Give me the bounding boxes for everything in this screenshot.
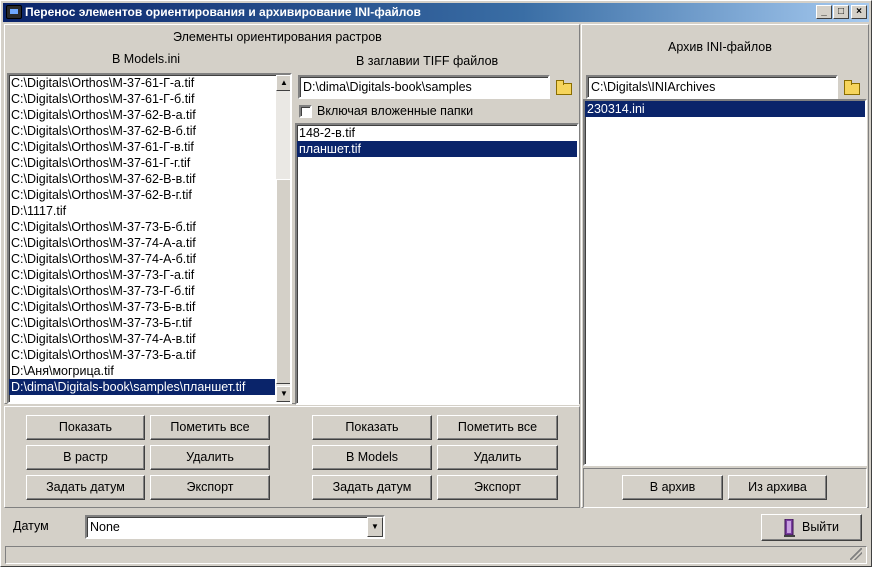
tiff-path-value[interactable]: D:\dima\Digitals-book\samples — [303, 80, 472, 94]
status-bar — [5, 546, 867, 564]
chevron-down-icon[interactable]: ▼ — [367, 517, 383, 537]
orientation-heading: Элементы ориентирования растров — [173, 30, 382, 44]
tiff-files-list[interactable]: 148-2-в.tif планшет.tif — [295, 123, 579, 405]
models-list-item[interactable]: C:\Digitals\Orthos\M-37-74-А-а.tif — [9, 235, 275, 251]
minimize-button[interactable]: _ — [816, 5, 832, 19]
scroll-down-icon[interactable]: ▼ — [276, 386, 290, 402]
models-ini-label: В Models.ini — [112, 52, 181, 66]
models-show-button[interactable]: Показать — [26, 415, 145, 440]
tiff-folder-icon[interactable] — [553, 77, 573, 97]
models-list-item[interactable]: C:\Digitals\Orthos\M-37-62-В-б.tif — [9, 123, 275, 139]
models-set-datum-button[interactable]: Задать датум — [26, 475, 145, 500]
models-list-item[interactable]: D:\dima\Digitals-book\samples\планшет.ti… — [9, 379, 275, 395]
scroll-up-icon[interactable]: ▲ — [276, 75, 290, 91]
models-list-item[interactable]: C:\Digitals\Orthos\M-37-74-А-в.tif — [9, 331, 275, 347]
datum-label: Датум — [13, 519, 49, 533]
tiff-delete-button[interactable]: Удалить — [437, 445, 558, 470]
models-list-item[interactable]: C:\Digitals\Orthos\M-37-73-Б-г.tif — [9, 315, 275, 331]
datum-value[interactable]: None — [90, 520, 120, 534]
models-list-item[interactable]: C:\Digitals\Orthos\M-37-62-В-г.tif — [9, 187, 275, 203]
tiff-set-datum-button[interactable]: Задать датум — [312, 475, 432, 500]
models-list-item[interactable]: C:\Digitals\Orthos\M-37-61-Г-в.tif — [9, 139, 275, 155]
archive-path-input[interactable]: C:\Digitals\INIArchives — [586, 75, 838, 99]
datum-select[interactable]: None ▼ — [85, 515, 385, 539]
resize-grip-icon[interactable] — [850, 548, 862, 560]
tiff-export-button[interactable]: Экспорт — [437, 475, 558, 500]
close-button[interactable]: × — [851, 5, 867, 19]
models-list-item[interactable]: D:\1117.tif — [9, 203, 275, 219]
tiff-list-item[interactable]: 148-2-в.tif — [297, 125, 577, 141]
maximize-button[interactable]: □ — [833, 5, 849, 19]
models-list-item[interactable]: D:\Аня\могрица.tif — [9, 363, 275, 379]
archive-list-item[interactable]: 230314.ini — [585, 101, 865, 117]
archive-folder-icon[interactable] — [841, 77, 861, 97]
models-list-item[interactable]: C:\Digitals\Orthos\M-37-62-В-а.tif — [9, 107, 275, 123]
to-models-button[interactable]: В Models — [312, 445, 432, 470]
app-window: Перенос элементов ориентирования и архив… — [0, 0, 872, 567]
to-archive-button[interactable]: В архив — [622, 475, 723, 500]
tiff-header-label: В заглавии TIFF файлов — [356, 54, 499, 68]
exit-label: Выйти — [801, 520, 839, 534]
models-list-item[interactable]: C:\Digitals\Orthos\M-37-61-Г-б.tif — [9, 91, 275, 107]
include-subfolders-checkbox[interactable] — [299, 105, 312, 118]
include-subfolders-label[interactable]: Включая вложенные папки — [317, 104, 473, 118]
models-list-item[interactable]: C:\Digitals\Orthos\M-37-61-Г-г.tif — [9, 155, 275, 171]
models-list[interactable]: C:\Digitals\Orthos\M-37-61-Г-а.tif C:\Dig… — [7, 73, 292, 404]
models-scrollbar[interactable]: ▲ ▼ — [276, 75, 290, 402]
models-list-item[interactable]: C:\Digitals\Orthos\M-37-74-А-б.tif — [9, 251, 275, 267]
archive-heading: Архив INI-файлов — [668, 40, 772, 54]
tiff-mark-all-button[interactable]: Пометить все — [437, 415, 558, 440]
from-archive-button[interactable]: Из архива — [728, 475, 827, 500]
exit-button[interactable]: Выйти — [761, 514, 862, 541]
tiff-path-input[interactable]: D:\dima\Digitals-book\samples — [298, 75, 550, 99]
door-exit-icon — [784, 518, 795, 537]
title-bar[interactable]: Перенос элементов ориентирования и архив… — [3, 3, 869, 22]
window-title: Перенос элементов ориентирования и архив… — [25, 5, 421, 19]
archive-list[interactable]: 230314.ini — [583, 99, 867, 466]
models-list-item[interactable]: C:\Digitals\Orthos\M-37-73-Б-в.tif — [9, 299, 275, 315]
models-list-item[interactable]: C:\Digitals\Orthos\M-37-73-Б-а.tif — [9, 347, 275, 363]
models-list-item[interactable]: C:\Digitals\Orthos\M-37-73-Г-а.tif — [9, 267, 275, 283]
scroll-thumb[interactable] — [276, 179, 290, 384]
models-list-item[interactable]: C:\Digitals\Orthos\M-37-62-В-в.tif — [9, 171, 275, 187]
models-list-item[interactable]: C:\Digitals\Orthos\M-37-73-Г-б.tif — [9, 283, 275, 299]
tiff-show-button[interactable]: Показать — [312, 415, 432, 440]
archive-path-value[interactable]: C:\Digitals\INIArchives — [591, 80, 715, 94]
to-raster-button[interactable]: В растр — [26, 445, 145, 470]
models-list-item[interactable]: C:\Digitals\Orthos\M-37-73-Б-б.tif — [9, 219, 275, 235]
tiff-list-item[interactable]: планшет.tif — [297, 141, 577, 157]
models-list-item[interactable]: C:\Digitals\Orthos\M-37-61-Г-а.tif — [9, 75, 275, 91]
models-mark-all-button[interactable]: Пометить все — [150, 415, 270, 440]
models-delete-button[interactable]: Удалить — [150, 445, 270, 470]
models-export-button[interactable]: Экспорт — [150, 475, 270, 500]
app-icon — [6, 5, 22, 19]
